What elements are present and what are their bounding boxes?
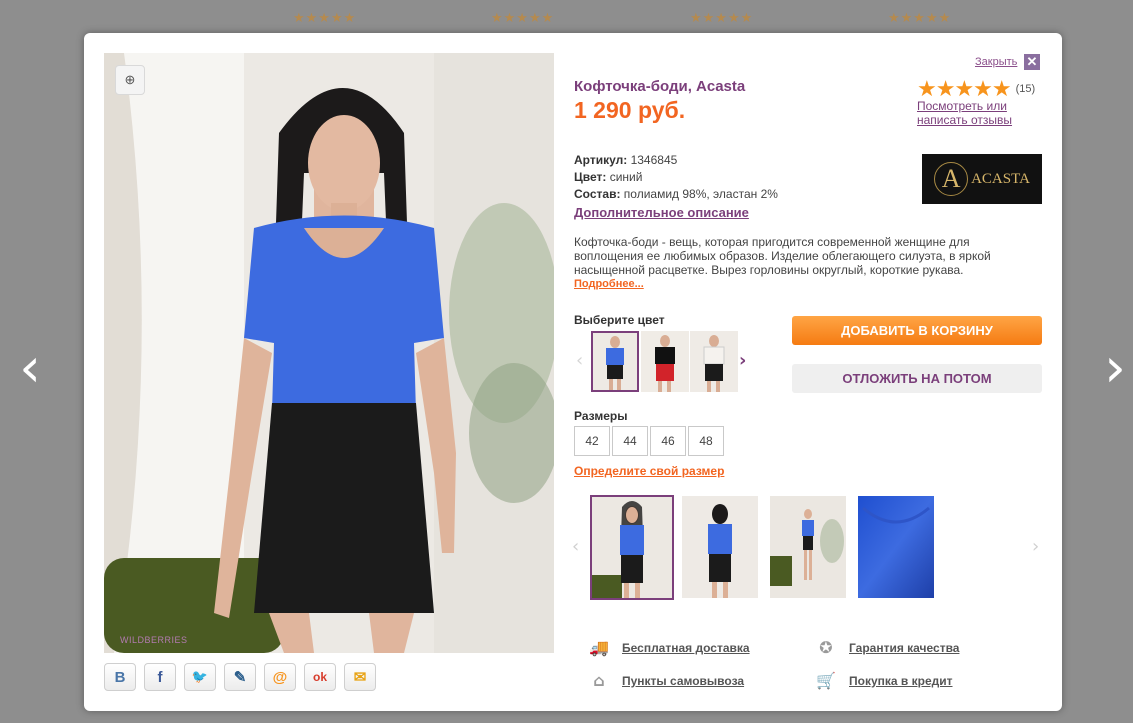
- color-next-arrow-icon[interactable]: ›: [739, 350, 746, 371]
- odnoklassniki-share-icon[interactable]: ok: [304, 663, 336, 691]
- next-product-arrow-icon[interactable]: ›: [1100, 341, 1130, 395]
- free-delivery-service[interactable]: 🚚 Бесплатная доставка: [584, 638, 750, 658]
- service-label: Пункты самовывоза: [622, 674, 745, 688]
- spec-value: 1346845: [630, 153, 678, 167]
- delivery-truck-icon: 🚚: [589, 638, 609, 657]
- background-rating-stars: ★★★★★: [293, 10, 357, 25]
- close-icon[interactable]: ✕: [1024, 54, 1040, 70]
- brand-name: ACASTA: [971, 170, 1030, 187]
- save-for-later-button[interactable]: ОТЛОЖИТЬ НА ПОТОМ: [792, 364, 1042, 393]
- sizes-label: Размеры: [574, 409, 628, 423]
- spec-composition: Состав: полиамид 98%, эластан 2%: [574, 187, 778, 201]
- thumbnail-next-arrow-icon[interactable]: ›: [1032, 536, 1039, 557]
- color-label: Выберите цвет: [574, 313, 665, 327]
- facebook-share-icon[interactable]: f: [144, 663, 176, 691]
- quality-badge-icon: ✪: [819, 638, 833, 657]
- product-description: Кофточка-боди - вещь, которая пригодится…: [574, 235, 991, 277]
- thumbnail-front[interactable]: [590, 495, 674, 600]
- service-label: Покупка в кредит: [849, 674, 953, 688]
- spec-label: Артикул:: [574, 153, 628, 167]
- product-quick-view-modal: ⊕ WILDBERRIES B f 🐦 ✎ @ ok ✉ Кофточка-бо…: [84, 33, 1062, 711]
- email-share-icon[interactable]: ✉: [344, 663, 376, 691]
- spec-label: Цвет:: [574, 170, 607, 184]
- brand-monogram: A: [934, 162, 969, 196]
- credit-cart-icon: 🛒: [816, 671, 836, 690]
- pickup-point-icon: ⌂: [593, 671, 605, 690]
- size-guide-link[interactable]: Определите свой размер: [574, 464, 724, 478]
- color-swatch-white[interactable]: [690, 331, 738, 392]
- photo-watermark: WILDBERRIES: [120, 635, 188, 645]
- background-rating-stars: ★★★★★: [491, 10, 555, 25]
- spec-value: синий: [609, 170, 643, 184]
- thumbnail-full[interactable]: [770, 496, 846, 598]
- product-price: 1 290 руб.: [574, 97, 686, 123]
- size-selector: 42 44 46 48: [574, 426, 724, 456]
- color-swatch-blue[interactable]: [591, 331, 639, 392]
- social-share-bar: B f 🐦 ✎ @ ok ✉: [104, 663, 376, 691]
- close-link[interactable]: Закрыть: [975, 56, 1017, 68]
- size-option[interactable]: 42: [574, 426, 610, 456]
- color-prev-arrow-icon[interactable]: ‹: [576, 350, 583, 371]
- color-swatch-red[interactable]: [641, 331, 689, 392]
- previous-product-arrow-icon[interactable]: ‹: [15, 341, 45, 395]
- spec-label: Состав:: [574, 187, 621, 201]
- model-photo-illustration: [104, 53, 554, 653]
- pickup-points-service[interactable]: ⌂ Пункты самовывоза: [584, 671, 744, 691]
- read-more-link[interactable]: Подробнее...: [574, 278, 644, 290]
- background-rating-stars: ★★★★★: [690, 10, 754, 25]
- mail-share-icon[interactable]: @: [264, 663, 296, 691]
- spec-color: Цвет: синий: [574, 170, 642, 184]
- thumbnail-prev-arrow-icon[interactable]: ‹: [572, 536, 579, 557]
- reviews-link[interactable]: Посмотреть или написать отзывы: [917, 99, 1047, 127]
- rating-count: (15): [1015, 83, 1036, 95]
- background-rating-stars: ★★★★★: [888, 10, 952, 25]
- additional-description-link[interactable]: Дополнительное описание: [574, 205, 749, 220]
- add-to-cart-button[interactable]: ДОБАВИТЬ В КОРЗИНУ: [792, 316, 1042, 345]
- product-main-photo[interactable]: ⊕ WILDBERRIES: [104, 53, 554, 653]
- livejournal-share-icon[interactable]: ✎: [224, 663, 256, 691]
- brand-logo[interactable]: A ACASTA: [922, 154, 1042, 204]
- vk-share-icon[interactable]: B: [104, 663, 136, 691]
- spec-value: полиамид 98%, эластан 2%: [623, 187, 778, 201]
- spec-article: Артикул: 1346845: [574, 153, 677, 167]
- thumbnail-back[interactable]: [682, 496, 758, 598]
- product-title: Кофточка-боди, Acasta: [574, 78, 746, 95]
- size-option[interactable]: 44: [612, 426, 648, 456]
- quality-guarantee-service[interactable]: ✪ Гарантия качества: [811, 638, 959, 658]
- service-label: Гарантия качества: [849, 641, 960, 655]
- zoom-icon[interactable]: ⊕: [115, 65, 145, 95]
- thumbnail-fabric[interactable]: [858, 496, 934, 598]
- service-label: Бесплатная доставка: [622, 641, 750, 655]
- size-option[interactable]: 48: [688, 426, 724, 456]
- credit-purchase-service[interactable]: 🛒 Покупка в кредит: [811, 671, 953, 691]
- twitter-share-icon[interactable]: 🐦: [184, 663, 216, 691]
- size-option[interactable]: 46: [650, 426, 686, 456]
